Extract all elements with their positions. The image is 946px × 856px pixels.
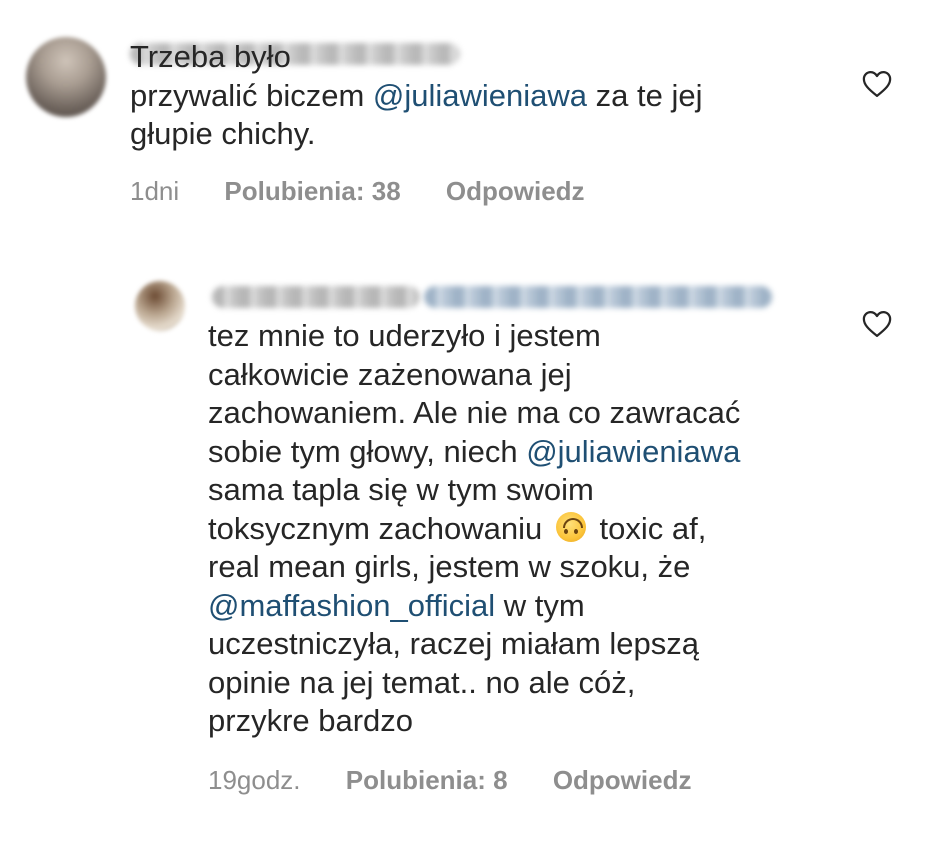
comment-text: tez mnie to uderzyło i jestem całkowicie… xyxy=(208,317,740,741)
likes-count-button[interactable]: Polubienia: 38 xyxy=(224,176,400,206)
comment-meta: 1dni Polubienia: 38 Odpowiedz xyxy=(130,176,623,207)
heart-icon[interactable] xyxy=(862,310,892,338)
comment-time: 19godz. xyxy=(208,765,301,795)
comment-text: Trzeba było przywalić biczem @juliawieni… xyxy=(130,38,702,154)
mention-link[interactable]: @juliawieniawa xyxy=(373,78,587,113)
mention-link[interactable]: @maffashion_official xyxy=(208,588,495,623)
avatar[interactable] xyxy=(26,37,106,117)
reply-to-mention-blurred[interactable] xyxy=(424,286,772,308)
heart-icon[interactable] xyxy=(862,70,892,98)
comment-meta: 19godz. Polubienia: 8 Odpowiedz xyxy=(208,765,729,796)
reply-button[interactable]: Odpowiedz xyxy=(446,176,585,206)
avatar[interactable] xyxy=(135,281,185,331)
upside-down-face-emoji-icon xyxy=(555,511,586,542)
comment-time: 1dni xyxy=(130,176,180,206)
likes-count-button[interactable]: Polubienia: 8 xyxy=(346,765,508,795)
username-blurred[interactable] xyxy=(212,286,420,308)
reply-button[interactable]: Odpowiedz xyxy=(553,765,692,795)
comment-text-run: Trzeba było przywalić biczem xyxy=(130,39,365,113)
mention-link[interactable]: @juliawieniawa xyxy=(526,434,740,469)
comment-text-run: sama tapla się w tym swoim toksycznym za… xyxy=(208,472,594,546)
